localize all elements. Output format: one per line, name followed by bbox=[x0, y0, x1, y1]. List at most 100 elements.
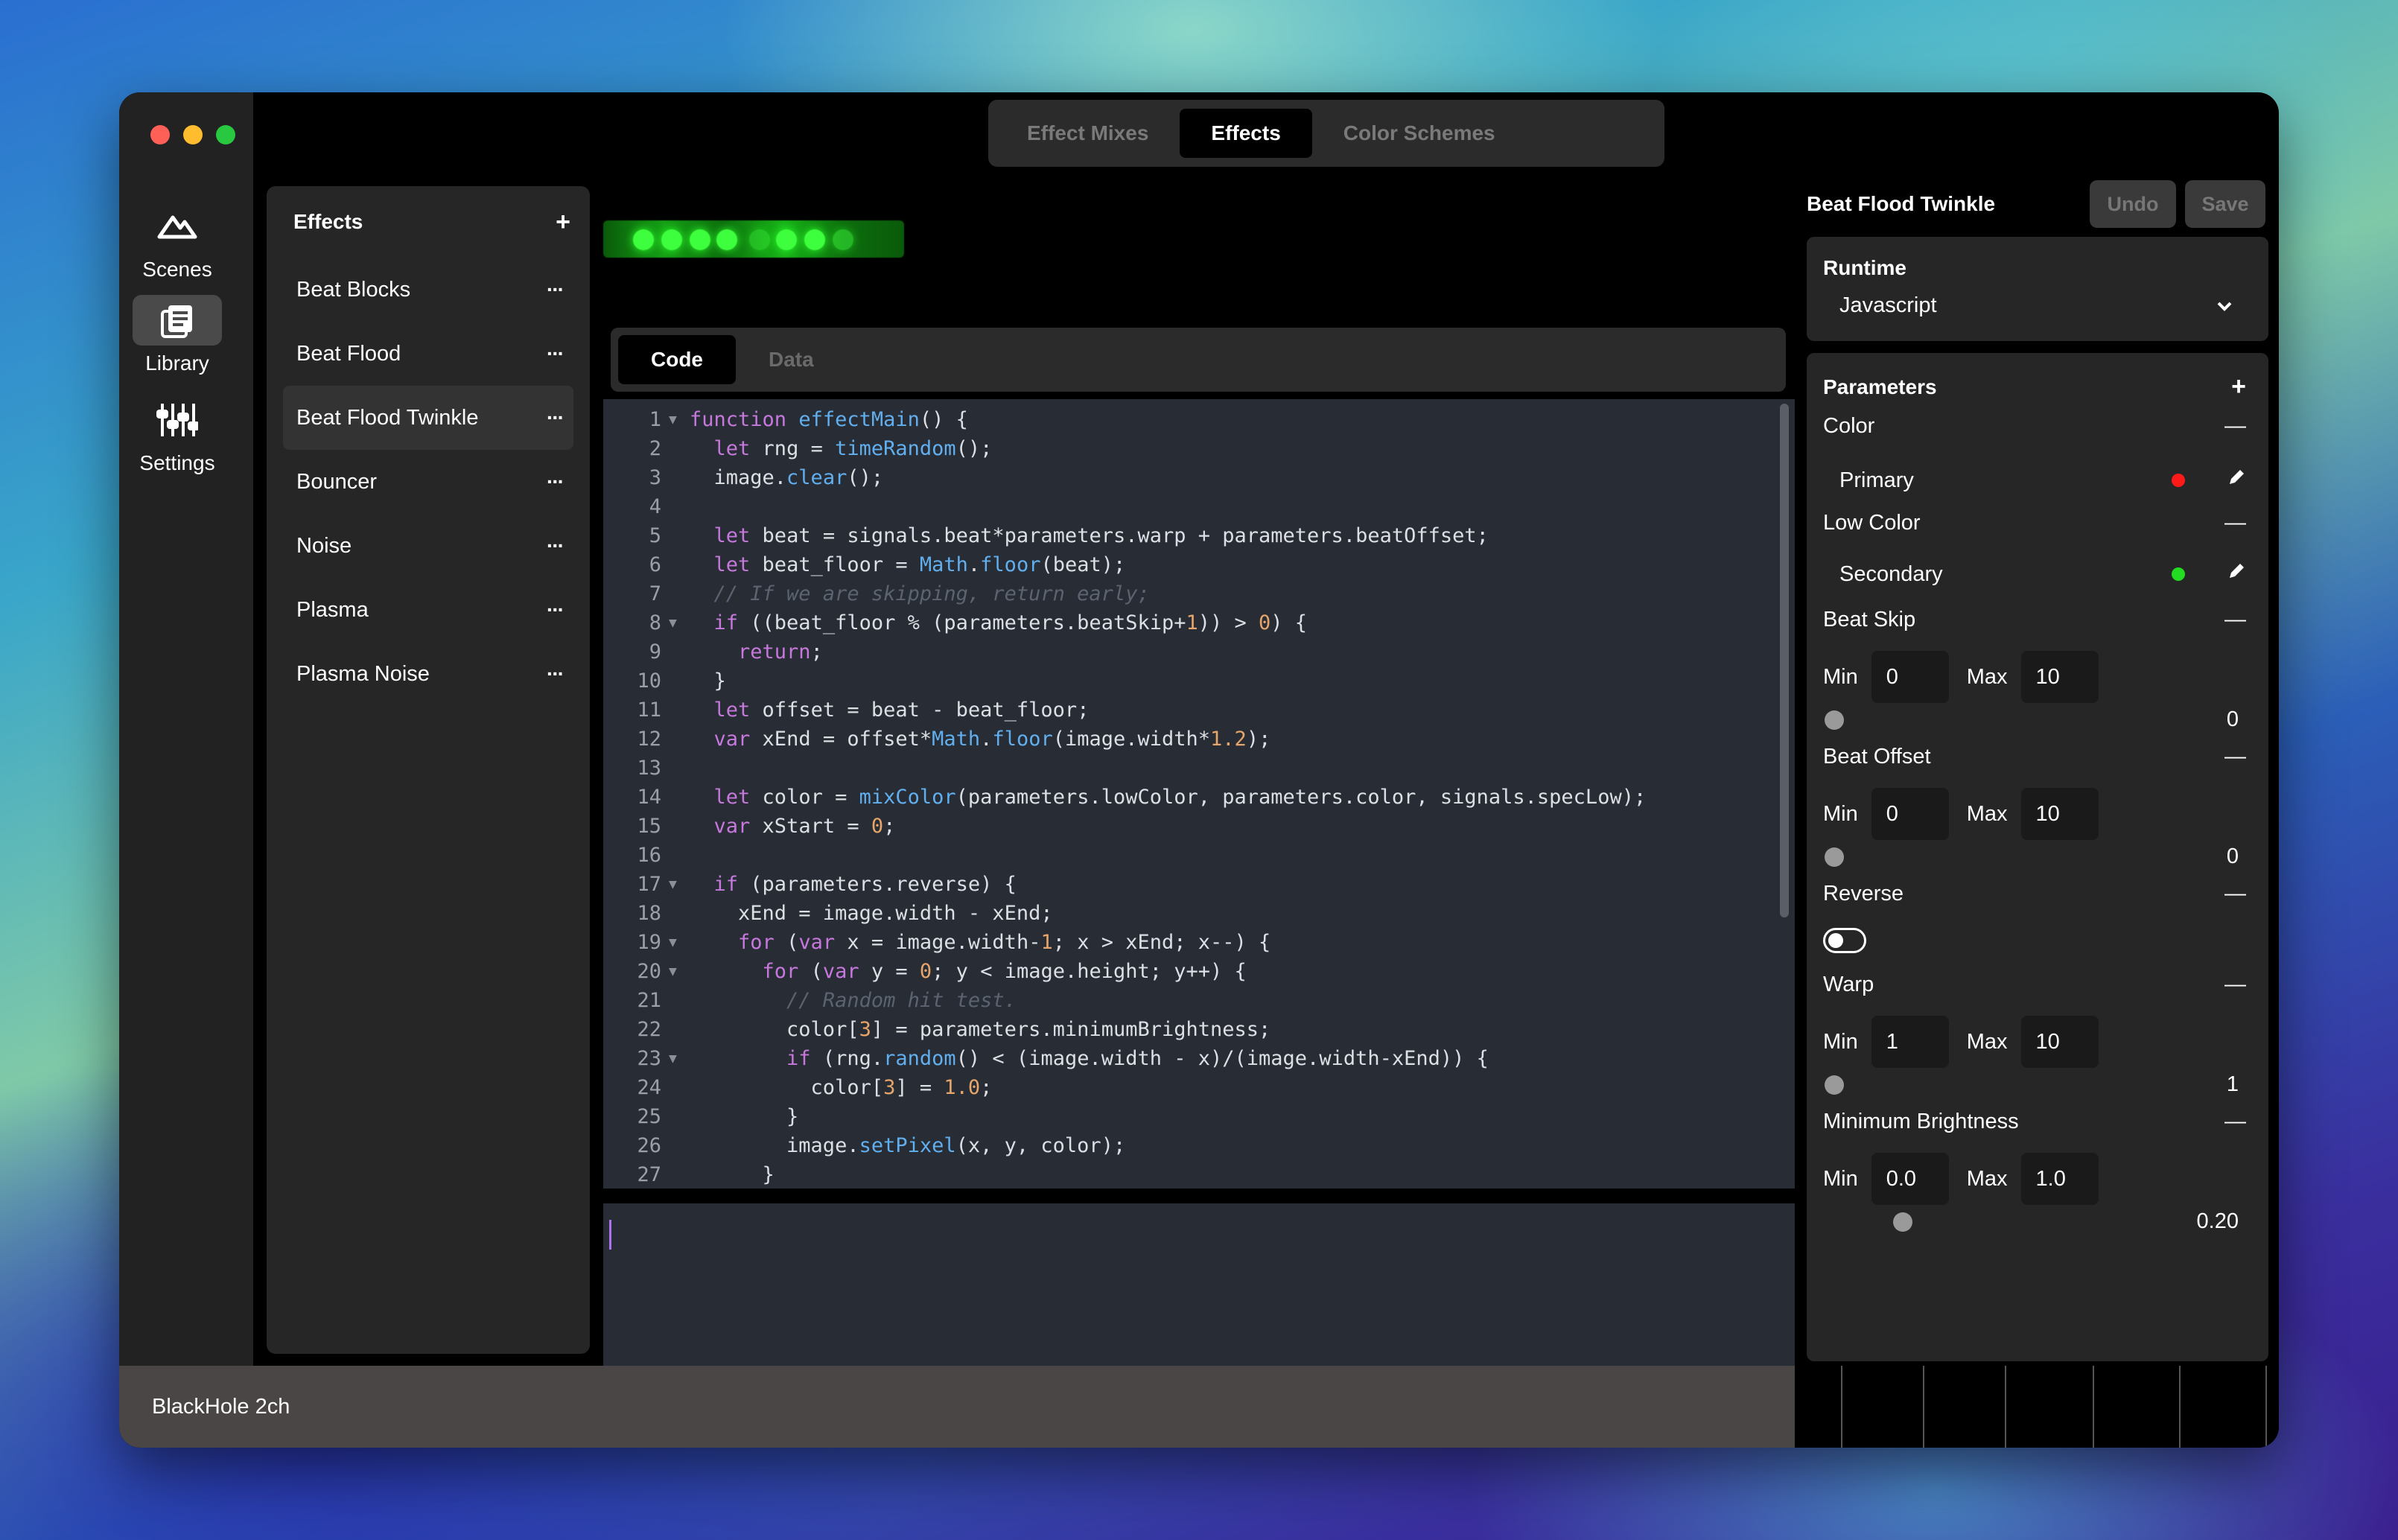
primary-color-swatch bbox=[2172, 474, 2185, 487]
effect-list-item[interactable]: Beat Flood ··· bbox=[283, 322, 573, 386]
collapse-button[interactable]: — bbox=[2224, 745, 2246, 769]
min-field[interactable]: 0.0 bbox=[1871, 1153, 1949, 1205]
sliders-icon bbox=[133, 395, 222, 445]
code-line: 7 // If we are skipping, return early; bbox=[603, 579, 1765, 608]
collapse-button[interactable]: — bbox=[2224, 973, 2246, 997]
min-label: Min bbox=[1823, 1029, 1858, 1054]
collapse-button[interactable]: — bbox=[2224, 882, 2246, 906]
line-number: 15 bbox=[637, 815, 661, 838]
collapse-button[interactable]: — bbox=[2224, 1110, 2246, 1134]
max-field[interactable]: 10 bbox=[2020, 788, 2099, 840]
pencil-icon[interactable] bbox=[2227, 468, 2246, 493]
top-tab-bar: Effect Mixes Effects Color Schemes bbox=[988, 100, 1664, 167]
tab-code[interactable]: Code bbox=[618, 335, 736, 384]
line-number: 18 bbox=[637, 902, 661, 925]
line-number: 3 bbox=[649, 466, 661, 489]
beat-skip-range: Min 0 Max 10 bbox=[1823, 651, 2099, 703]
console-input[interactable] bbox=[603, 1203, 1795, 1366]
param-beat-offset-label: Beat Offset bbox=[1823, 745, 1931, 769]
fold-toggle-icon[interactable]: ▼ bbox=[669, 1044, 677, 1073]
line-number: 11 bbox=[637, 699, 661, 722]
collapse-button[interactable]: — bbox=[2224, 414, 2246, 439]
save-button[interactable]: Save bbox=[2185, 180, 2265, 228]
line-number: 14 bbox=[637, 786, 661, 809]
beat-offset-slider[interactable] bbox=[1825, 847, 1844, 867]
beat-skip-slider[interactable] bbox=[1825, 710, 1844, 730]
min-field[interactable]: 1 bbox=[1871, 1016, 1949, 1068]
fold-toggle-icon[interactable]: ▼ bbox=[669, 405, 677, 434]
more-options-icon[interactable]: ··· bbox=[547, 342, 564, 366]
more-options-icon[interactable]: ··· bbox=[547, 534, 564, 558]
add-effect-button[interactable]: + bbox=[556, 208, 570, 237]
line-number: 19 bbox=[637, 931, 661, 954]
code-text: return; bbox=[738, 640, 823, 664]
code-text: function effectMain() { bbox=[690, 408, 968, 431]
tab-color-schemes[interactable]: Color Schemes bbox=[1312, 109, 1527, 158]
collapse-button[interactable]: — bbox=[2224, 608, 2246, 632]
parameters-section: Parameters + Color — Primary Low Color —… bbox=[1807, 353, 2268, 1361]
undo-button[interactable]: Undo bbox=[2090, 180, 2176, 228]
rail-item-library[interactable]: Library bbox=[133, 295, 222, 375]
line-number: 13 bbox=[637, 757, 661, 780]
code-text: image.setPixel(x, y, color); bbox=[690, 1134, 1126, 1157]
code-text: for (var y = 0; y < image.height; y++) { bbox=[762, 960, 1247, 983]
param-warp-header: Warp — bbox=[1823, 973, 2246, 997]
min-field[interactable]: 0 bbox=[1871, 651, 1949, 703]
min-field[interactable]: 0 bbox=[1871, 788, 1949, 840]
line-number: 17 bbox=[637, 873, 661, 896]
fold-toggle-icon[interactable]: ▼ bbox=[669, 957, 677, 986]
more-options-icon[interactable]: ··· bbox=[547, 278, 564, 302]
code-text: // If we are skipping, return early; bbox=[690, 582, 1150, 605]
code-text: // Random hit test. bbox=[690, 989, 1017, 1012]
code-line: 12 var xEnd = offset*Math.floor(image.wi… bbox=[603, 725, 1765, 754]
code-text: let offset = beat - beat_floor; bbox=[713, 699, 1090, 722]
effect-list-item[interactable]: Noise ··· bbox=[283, 514, 573, 578]
code-line: 24 color[3] = 1.0; bbox=[603, 1073, 1765, 1102]
close-window-button[interactable] bbox=[150, 125, 170, 144]
code-line: 1 ▼ function effectMain() { bbox=[603, 405, 1765, 434]
tab-effects[interactable]: Effects bbox=[1180, 109, 1312, 158]
param-beat-offset-header: Beat Offset — bbox=[1823, 745, 2246, 769]
effect-list-item[interactable]: Plasma ··· bbox=[283, 578, 573, 642]
line-number: 9 bbox=[649, 640, 661, 664]
warp-slider[interactable] bbox=[1825, 1075, 1844, 1095]
more-options-icon[interactable]: ··· bbox=[547, 662, 564, 686]
code-text: color[3] = 1.0; bbox=[690, 1076, 993, 1099]
pencil-icon[interactable] bbox=[2227, 561, 2246, 587]
fold-toggle-icon[interactable]: ▼ bbox=[669, 608, 677, 637]
rail-label: Library bbox=[145, 351, 209, 375]
max-field[interactable]: 10 bbox=[2020, 1016, 2099, 1068]
code-editor[interactable]: 1 ▼ function effectMain() {2 let rng = tim… bbox=[603, 399, 1795, 1189]
line-number: 10 bbox=[637, 669, 661, 693]
zoom-window-button[interactable] bbox=[216, 125, 235, 144]
param-low-color-label: Low Color bbox=[1823, 511, 1921, 535]
reverse-toggle[interactable] bbox=[1823, 928, 1866, 953]
effect-list-item[interactable]: Beat Blocks ··· bbox=[283, 258, 573, 322]
secondary-color-swatch bbox=[2172, 567, 2185, 581]
editor-tab-bar: Code Data bbox=[611, 328, 1786, 392]
max-field[interactable]: 1.0 bbox=[2020, 1153, 2099, 1205]
fold-toggle-icon[interactable]: ▼ bbox=[669, 928, 677, 957]
more-options-icon[interactable]: ··· bbox=[547, 406, 564, 430]
runtime-select[interactable]: Javascript bbox=[1839, 293, 2233, 318]
tab-effect-mixes[interactable]: Effect Mixes bbox=[996, 109, 1180, 158]
editor-scrollbar[interactable] bbox=[1780, 404, 1789, 917]
fold-toggle-icon[interactable]: ▼ bbox=[669, 870, 677, 899]
effect-list-item[interactable]: Beat Flood Twinkle ··· bbox=[283, 386, 573, 450]
more-options-icon[interactable]: ··· bbox=[547, 470, 564, 494]
max-field[interactable]: 10 bbox=[2020, 651, 2099, 703]
min-brightness-slider[interactable] bbox=[1893, 1212, 1912, 1232]
rail-label: Scenes bbox=[142, 258, 212, 281]
add-parameter-button[interactable]: + bbox=[2231, 372, 2246, 401]
led-preview-strip bbox=[603, 220, 904, 258]
rail-item-settings[interactable]: Settings bbox=[133, 395, 222, 475]
tab-data[interactable]: Data bbox=[736, 335, 847, 384]
more-options-icon[interactable]: ··· bbox=[547, 598, 564, 622]
minimize-window-button[interactable] bbox=[183, 125, 203, 144]
effect-list-item[interactable]: Bouncer ··· bbox=[283, 450, 573, 514]
code-text: } bbox=[690, 1105, 799, 1128]
collapse-button[interactable]: — bbox=[2224, 511, 2246, 535]
line-number: 2 bbox=[649, 437, 661, 460]
effect-list-item[interactable]: Plasma Noise ··· bbox=[283, 642, 573, 706]
rail-item-scenes[interactable]: Scenes bbox=[133, 201, 222, 281]
